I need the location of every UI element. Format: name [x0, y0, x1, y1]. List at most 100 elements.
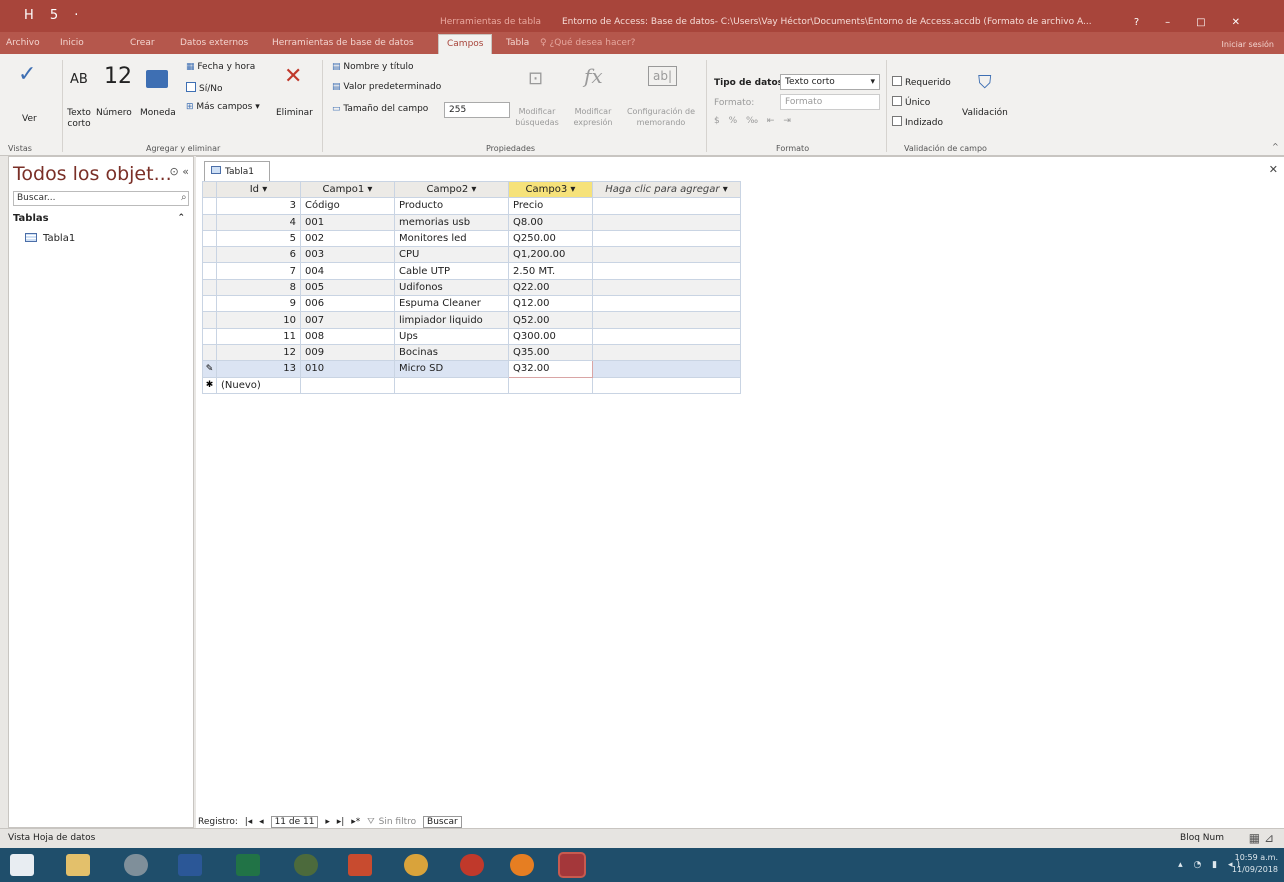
- table-row[interactable]: 8 005 Udifonos Q22.00: [202, 278, 741, 297]
- cell-add[interactable]: [592, 246, 741, 264]
- search-icon[interactable]: ⌕: [181, 192, 187, 203]
- cell-campo1[interactable]: 008: [300, 327, 395, 345]
- menu-circle-icon[interactable]: ⊙: [170, 165, 179, 178]
- file-explorer-icon[interactable]: [66, 854, 90, 876]
- chrome-icon[interactable]: [404, 854, 428, 876]
- cell-add[interactable]: [592, 376, 741, 394]
- tab-inicio[interactable]: Inicio: [60, 38, 84, 48]
- texto-corto-button[interactable]: Texto corto: [66, 108, 92, 130]
- cell-campo3[interactable]: Q22.00: [508, 278, 593, 297]
- col-header-add[interactable]: Haga clic para agregar ▾: [592, 180, 741, 199]
- indizado-checkbox[interactable]: Indizado: [892, 116, 943, 128]
- currency-icon[interactable]: [146, 70, 168, 88]
- cell-campo3[interactable]: 2.50 MT.: [508, 262, 593, 280]
- record-position[interactable]: 11 de 11: [270, 816, 319, 828]
- cell-campo1[interactable]: 009: [300, 343, 395, 362]
- table-row[interactable]: 10 007 limpiador liquido Q52.00: [202, 311, 741, 329]
- app-icon[interactable]: [460, 854, 484, 876]
- table-row[interactable]: 3 Código Producto Precio: [202, 197, 741, 215]
- filter-status[interactable]: Sin filtro: [379, 817, 417, 827]
- cell-campo1[interactable]: 002: [300, 229, 395, 248]
- maximize-icon[interactable]: □: [1196, 17, 1231, 28]
- cell-campo2[interactable]: Micro SD: [394, 360, 509, 378]
- short-text-icon[interactable]: AB: [70, 72, 88, 87]
- row-selector[interactable]: [202, 246, 217, 264]
- expression-icon[interactable]: fx: [584, 64, 603, 88]
- doc-tab-tabla1[interactable]: Tabla1: [204, 161, 270, 181]
- cell-id[interactable]: 4: [216, 213, 301, 231]
- row-selector[interactable]: [202, 278, 217, 297]
- cell-campo2[interactable]: Udifonos: [394, 278, 509, 297]
- close-icon[interactable]: ✕: [1232, 17, 1266, 28]
- cell-add[interactable]: [592, 262, 741, 280]
- nav-pane-title[interactable]: Todos los objet...: [13, 163, 172, 185]
- row-selector[interactable]: ✱: [202, 376, 217, 394]
- cell-campo3[interactable]: Q12.00: [508, 295, 593, 313]
- moneda-button[interactable]: Moneda: [140, 108, 176, 118]
- new-record-icon[interactable]: ▸*: [351, 817, 360, 827]
- row-selector[interactable]: [202, 343, 217, 362]
- table-row[interactable]: 9 006 Espuma Cleaner Q12.00: [202, 295, 741, 313]
- cell-campo1[interactable]: [300, 376, 395, 394]
- minimize-icon[interactable]: –: [1165, 17, 1196, 28]
- media-icon[interactable]: [124, 854, 148, 876]
- cell-id[interactable]: 8: [216, 278, 301, 297]
- cell-campo1[interactable]: 010: [300, 360, 395, 378]
- cell-campo2[interactable]: Cable UTP: [394, 262, 509, 280]
- modificar-expresion-button[interactable]: Modificar expresión: [568, 106, 618, 128]
- eliminar-button[interactable]: Eliminar: [276, 108, 313, 118]
- table-row[interactable]: 12 009 Bocinas Q35.00: [202, 343, 741, 362]
- tab-campos[interactable]: Campos: [438, 34, 493, 54]
- close-doc-icon[interactable]: ✕: [1269, 163, 1278, 176]
- cell-id[interactable]: 7: [216, 262, 301, 280]
- row-selector[interactable]: [202, 262, 217, 280]
- help-icon[interactable]: ?: [1134, 17, 1165, 28]
- cell-add[interactable]: [592, 213, 741, 231]
- cell-campo3[interactable]: Q1,200.00: [508, 246, 593, 264]
- cell-campo1[interactable]: 005: [300, 278, 395, 297]
- cell-id[interactable]: 5: [216, 229, 301, 248]
- cell-campo2[interactable]: limpiador liquido: [394, 311, 509, 329]
- data-type-select[interactable]: Texto corto ▾: [780, 74, 880, 90]
- new-record-row[interactable]: ✱ (Nuevo): [202, 376, 741, 394]
- cell-campo2[interactable]: CPU: [394, 246, 509, 264]
- mas-campos-button[interactable]: ⊞ Más campos ▾: [186, 102, 260, 112]
- tab-archivo[interactable]: Archivo: [6, 38, 40, 48]
- cell-campo1[interactable]: 003: [300, 246, 395, 264]
- col-header-campo3[interactable]: Campo3 ▾: [508, 180, 593, 199]
- table-row[interactable]: 6 003 CPU Q1,200.00: [202, 246, 741, 264]
- row-selector[interactable]: [202, 197, 217, 215]
- cell-add[interactable]: [592, 327, 741, 345]
- valor-predeterminado-button[interactable]: ▤ Valor predeterminado: [332, 82, 441, 92]
- datasheet-view-icon[interactable]: ▦: [1249, 831, 1260, 845]
- tab-datos-externos[interactable]: Datos externos: [180, 38, 248, 48]
- view-icon[interactable]: ✓: [18, 62, 36, 87]
- ver-button[interactable]: Ver: [22, 114, 37, 124]
- first-record-icon[interactable]: |◂: [245, 817, 253, 827]
- cell-campo3[interactable]: Q32.00: [508, 360, 593, 378]
- collapse-left-icon[interactable]: «: [182, 165, 189, 178]
- collapse-ribbon-icon[interactable]: ^: [1272, 142, 1279, 151]
- si-no-button[interactable]: Sí/No: [186, 82, 222, 94]
- memo-settings-icon[interactable]: ab|: [648, 66, 678, 86]
- nav-search-input[interactable]: Buscar...: [13, 191, 189, 206]
- row-selector[interactable]: [202, 229, 217, 248]
- cell-add[interactable]: [592, 229, 741, 248]
- cell-campo3[interactable]: Q52.00: [508, 311, 593, 329]
- cell-campo2[interactable]: Espuma Cleaner: [394, 295, 509, 313]
- cell-campo3[interactable]: Q35.00: [508, 343, 593, 362]
- table-row[interactable]: 7 004 Cable UTP 2.50 MT.: [202, 262, 741, 280]
- col-header-id[interactable]: Id ▾: [216, 180, 301, 199]
- format-select[interactable]: Formato: [780, 94, 880, 110]
- unico-checkbox[interactable]: Único: [892, 96, 930, 108]
- requerido-checkbox[interactable]: Requerido: [892, 76, 951, 88]
- row-selector[interactable]: ✎: [202, 360, 217, 378]
- last-record-icon[interactable]: ▸|: [337, 817, 345, 827]
- table-row[interactable]: 4 001 memorias usb Q8.00: [202, 213, 741, 231]
- start-icon[interactable]: [10, 854, 34, 876]
- firefox-icon[interactable]: [510, 854, 534, 876]
- cell-add[interactable]: [592, 343, 741, 362]
- app-icon[interactable]: [294, 854, 318, 876]
- cell-add[interactable]: [592, 295, 741, 313]
- clock[interactable]: 10:59 a.m. 11/09/2018: [1232, 852, 1278, 876]
